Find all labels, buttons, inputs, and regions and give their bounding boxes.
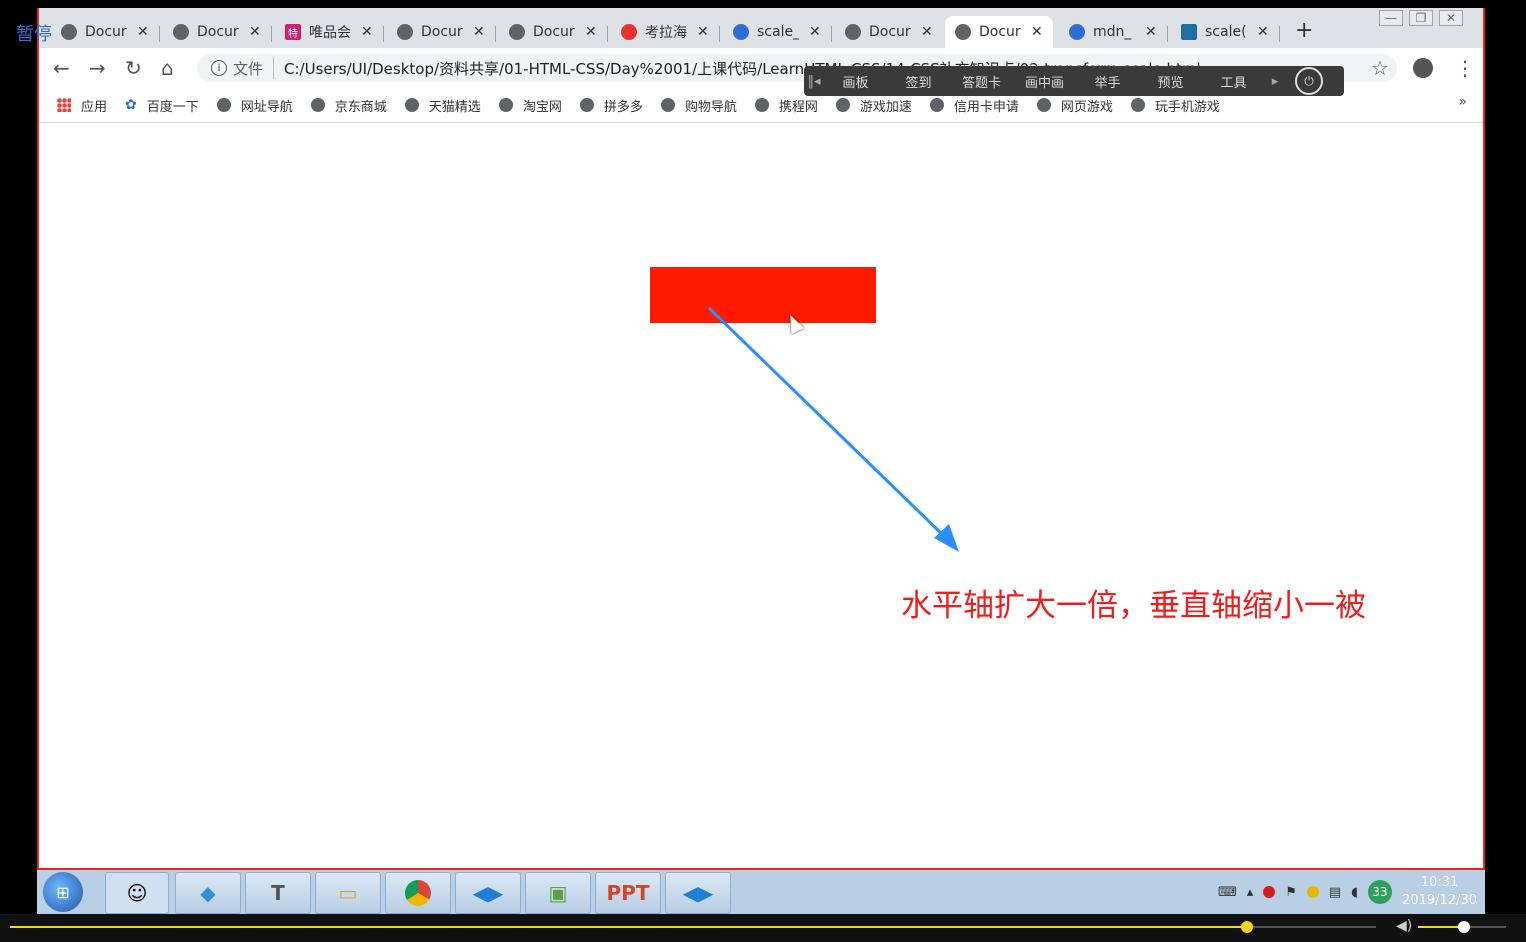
tray-badge[interactable]: 33 [1368, 880, 1393, 904]
taskbar-app-explorer[interactable]: ▭ [315, 872, 381, 914]
volume-slider-handle[interactable] [1458, 921, 1470, 933]
network-icon[interactable]: ▤ [1329, 885, 1341, 900]
start-button[interactable]: ⊞ [43, 872, 83, 912]
taskbar-app-arrow[interactable]: ◆ [175, 872, 241, 914]
toolbar-item-preview[interactable]: 预览 [1139, 72, 1202, 91]
windows-taskbar: ⊞ ☺ ◆ T ▭ ◀▶ ▣ PPT ◀▶ ⌨ ▴ ⚑ ▤ ◖ 33 10:31… [37, 870, 1485, 914]
flag-icon[interactable]: ⚑ [1285, 885, 1297, 900]
clock-time: 10:31 [1420, 875, 1459, 890]
powerpoint-icon: PPT [606, 881, 650, 905]
volume-level[interactable] [1418, 926, 1462, 928]
taskbar-app-vscode[interactable]: ◀▶ [455, 872, 521, 914]
avatar: ☺ [126, 881, 148, 905]
record-icon[interactable] [1263, 886, 1276, 898]
toolbar-item-signin[interactable]: 签到 [887, 72, 950, 91]
classroom-floating-toolbar: ‖◂ 画板 签到 答题卡 画中画 举手 预览 工具 ▸ ⏻ [804, 66, 1344, 96]
annotation-arrow [707, 306, 959, 552]
vscode-icon: ◀▶ [472, 881, 504, 905]
speaker-icon[interactable]: ◀) [1396, 918, 1412, 934]
taskbar-app-paint[interactable]: ▣ [525, 872, 591, 914]
paint-icon: ▣ [548, 881, 568, 905]
toolbar-item-board[interactable]: 画板 [824, 72, 887, 91]
system-tray: ⌨ ▴ ⚑ ▤ ◖ 33 10:31 2019/12/30 [1218, 870, 1477, 914]
collapse-arrow-icon[interactable]: ▸ [1265, 74, 1285, 89]
keyboard-icon[interactable]: ⌨ [1218, 885, 1237, 900]
volume-icon[interactable]: ◖ [1351, 885, 1358, 900]
taskbar-app-avatar[interactable]: ☺ [105, 872, 169, 914]
taskbar-app-chrome[interactable] [385, 872, 451, 914]
taskbar-app-vscode-2[interactable]: ◀▶ [665, 872, 731, 914]
playback-progress[interactable] [10, 926, 1246, 928]
taskbar-app-powerpoint[interactable]: PPT [595, 872, 661, 914]
vscode-icon: ◀▶ [682, 881, 714, 905]
toolbar-item-pip[interactable]: 画中画 [1013, 72, 1076, 91]
tray-expand-icon[interactable]: ▴ [1247, 885, 1254, 900]
playback-scrubber-handle[interactable] [1241, 921, 1253, 933]
browser-window: Docur ✕ Docur ✕ 特唯品会 ✕ Docur ✕ Docur ✕ 考拉海 ✕ s… [37, 8, 1485, 870]
clock[interactable]: 10:31 2019/12/30 [1402, 874, 1477, 910]
pause-label[interactable]: 暂停 [16, 20, 52, 46]
power-icon[interactable]: ⏻ [1295, 67, 1323, 95]
taskbar-app-typora[interactable]: T [245, 872, 311, 914]
typora-icon: T [271, 881, 285, 905]
folder-icon: ▭ [338, 881, 358, 905]
security-icon[interactable] [1306, 886, 1319, 898]
clock-date: 2019/12/30 [1402, 893, 1477, 908]
toolbar-item-answer-card[interactable]: 答题卡 [950, 72, 1013, 91]
drag-handle-icon[interactable]: ‖◂ [804, 74, 824, 89]
annotation-text: 水平轴扩大一倍，垂直轴缩小一被 [901, 588, 1366, 624]
toolbar-item-raise-hand[interactable]: 举手 [1076, 72, 1139, 91]
video-player-bar: ◀) [0, 914, 1526, 942]
chrome-icon [405, 880, 431, 906]
playback-remaining[interactable] [1246, 926, 1376, 928]
toolbar-item-tools[interactable]: 工具 [1202, 72, 1265, 91]
app-icon: ◆ [200, 881, 216, 905]
